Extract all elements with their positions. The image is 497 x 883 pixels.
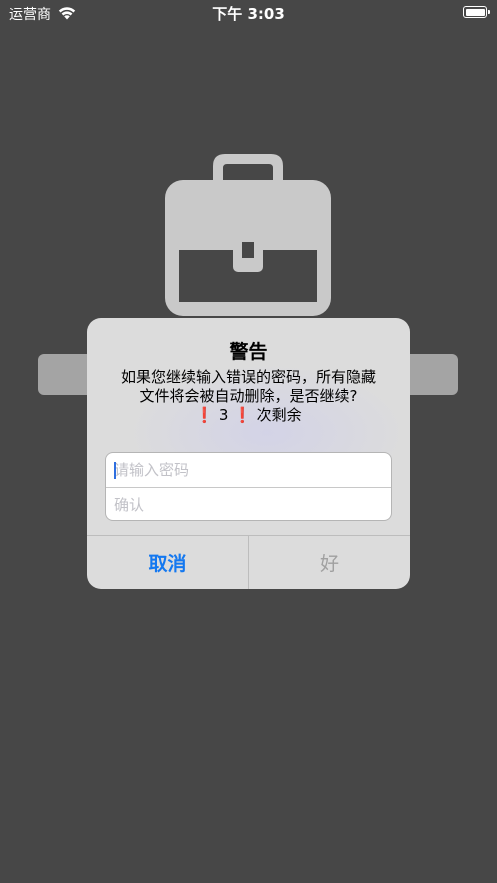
- text-caret: [114, 462, 116, 479]
- attempts-suffix: 次剩余: [256, 406, 302, 424]
- alert-message-line-2: 文件将会被自动删除，是否继续?: [139, 387, 358, 405]
- alert-message-line-1: 如果您继续输入错误的密码，所有隐藏: [120, 368, 376, 386]
- exclamation-icon: ❗: [195, 406, 215, 424]
- status-bar: 运营商 下午 3:03: [0, 0, 497, 26]
- alert-actions: 取消 好: [87, 535, 410, 589]
- cancel-button[interactable]: 取消: [87, 536, 249, 589]
- alert-title: 警告: [229, 341, 268, 363]
- password-input-group: [105, 452, 392, 521]
- confirm-password-input[interactable]: [106, 487, 391, 520]
- password-input[interactable]: [106, 453, 391, 487]
- battery-icon: [463, 6, 490, 18]
- briefcase-icon: [165, 154, 331, 316]
- exclamation-icon: ❗: [233, 406, 252, 424]
- attempts-remaining: ❗ 3 ❗ 次剩余: [101, 406, 396, 425]
- status-time: 下午 3:03: [212, 5, 285, 23]
- attempts-count: 3: [218, 406, 229, 424]
- ok-button[interactable]: 好: [249, 536, 410, 589]
- warning-alert: 警告 如果您继续输入错误的密码，所有隐藏 文件将会被自动删除，是否继续? ❗ 3…: [87, 318, 410, 589]
- alert-message: 如果您继续输入错误的密码，所有隐藏 文件将会被自动删除，是否继续? ❗ 3 ❗ …: [101, 368, 396, 425]
